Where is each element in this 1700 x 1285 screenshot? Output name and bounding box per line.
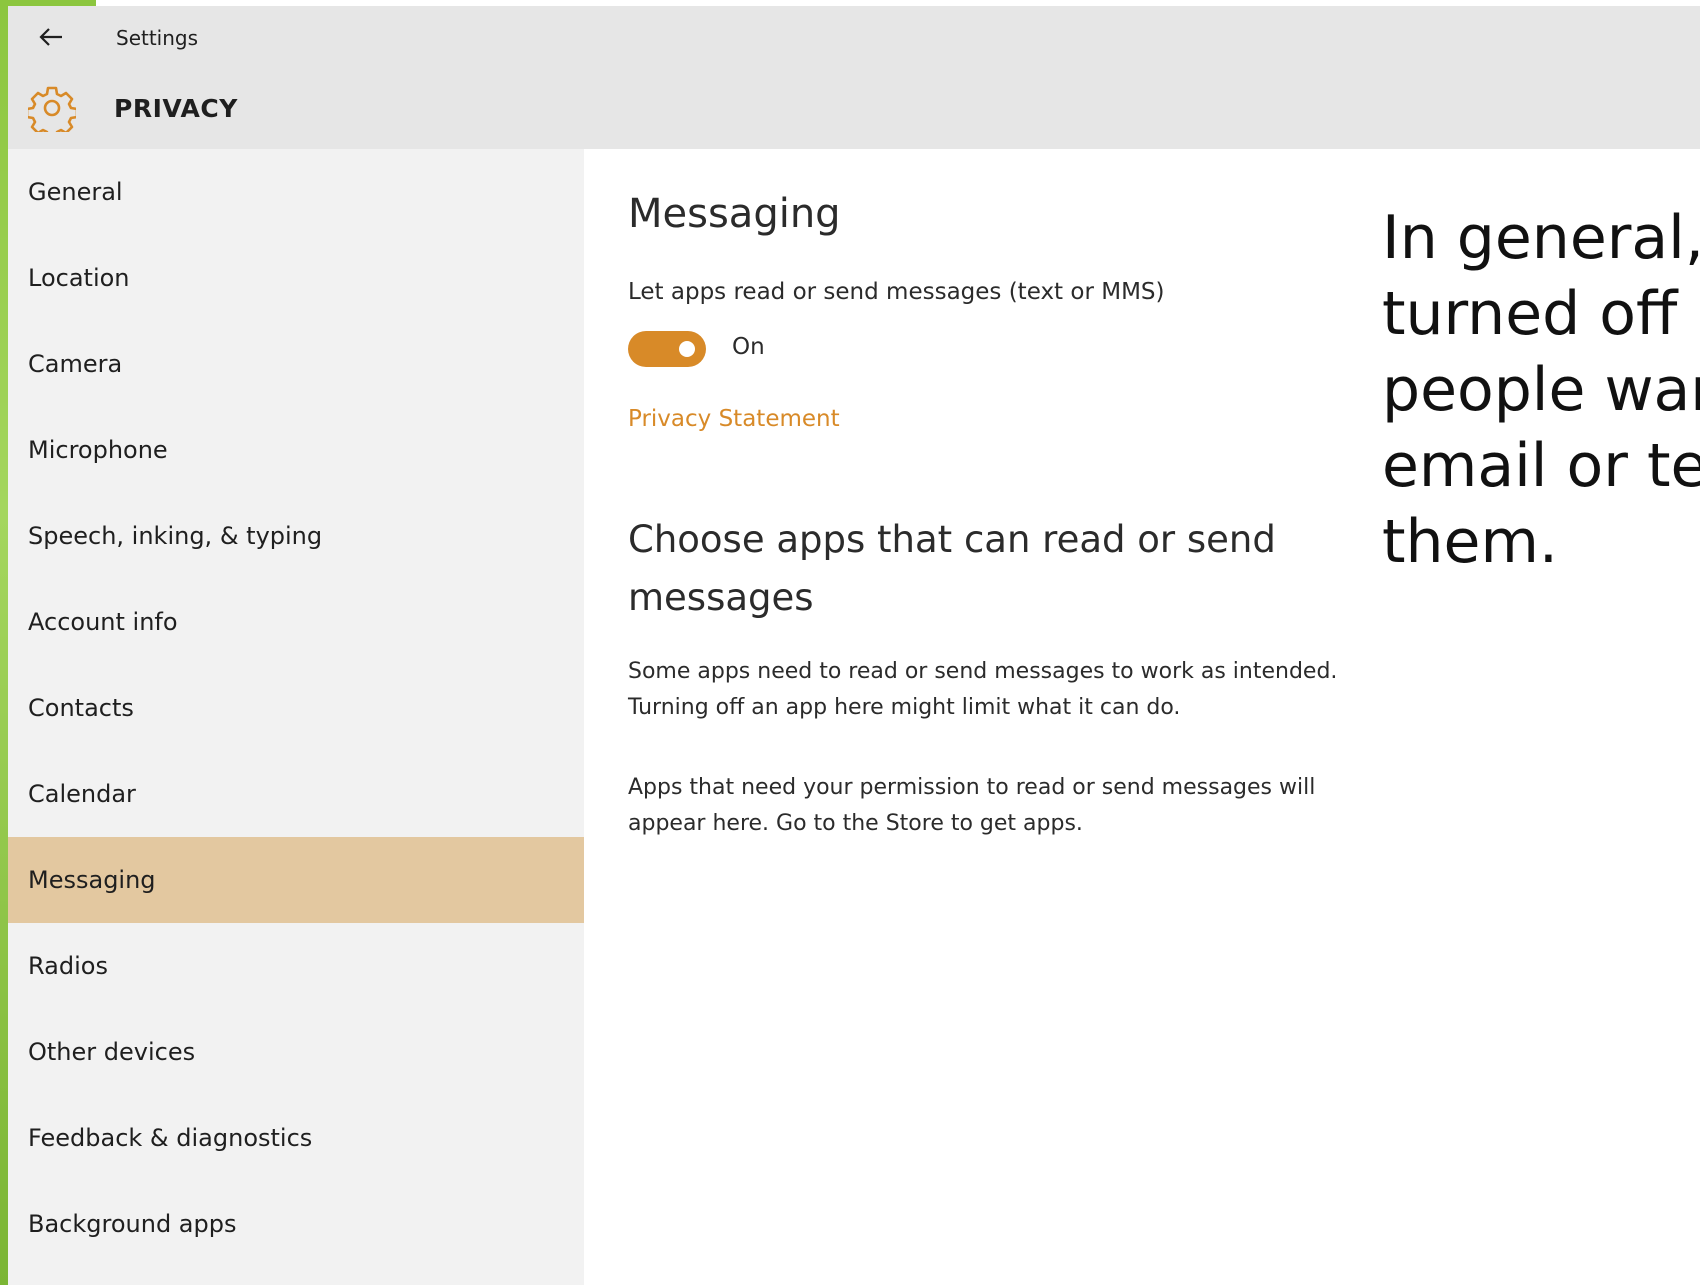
page-title: Messaging — [628, 191, 841, 237]
sidebar-item-label: Account info — [28, 608, 178, 636]
title-bar: Settings PRIVACY — [8, 6, 1700, 149]
slide-caption-text: In general, turned off a people wan emai… — [1382, 200, 1700, 600]
sidebar-item-location[interactable]: Location — [8, 235, 584, 321]
sidebar-item-contacts[interactable]: Contacts — [8, 665, 584, 751]
caption-line: turned off a — [1382, 279, 1700, 349]
apps-permission-paragraph: Apps that need your permission to read o… — [628, 770, 1388, 842]
caption-line: In general, — [1382, 203, 1700, 273]
sidebar-item-label: Location — [28, 264, 130, 292]
privacy-statement-link[interactable]: Privacy Statement — [628, 406, 840, 432]
sidebar-item-label: Contacts — [28, 694, 134, 722]
sidebar-item-label: Radios — [28, 952, 108, 980]
sidebar-item-label: Feedback & diagnostics — [28, 1124, 313, 1152]
sidebar-item-messaging[interactable]: Messaging — [8, 837, 584, 923]
toggle-knob — [679, 341, 695, 357]
sidebar-item-label: Other devices — [28, 1038, 196, 1066]
caption-line: them. — [1382, 507, 1558, 577]
sidebar-item-feedback-diagnostics[interactable]: Feedback & diagnostics — [8, 1095, 584, 1181]
caption-line: people wan — [1382, 355, 1700, 425]
back-button[interactable] — [34, 20, 68, 54]
back-arrow-icon — [39, 28, 62, 46]
slide-green-border — [0, 0, 8, 1285]
privacy-sidebar: General Location Camera Microphone Speec… — [8, 149, 584, 1285]
sidebar-item-calendar[interactable]: Calendar — [8, 751, 584, 837]
paragraph-line: Some apps need to read or send messages … — [628, 659, 1338, 684]
apps-info-paragraph: Some apps need to read or send messages … — [628, 654, 1428, 726]
sidebar-item-other-devices[interactable]: Other devices — [8, 1009, 584, 1095]
window-title: Settings — [116, 26, 199, 50]
sidebar-item-general[interactable]: General — [8, 149, 584, 235]
section-title: PRIVACY — [114, 94, 238, 123]
caption-line: email or te — [1382, 431, 1700, 501]
choose-apps-heading: Choose apps that can read or send messag… — [628, 518, 1276, 619]
sidebar-item-label: Messaging — [28, 866, 156, 894]
paragraph-line: Turning off an app here might limit what… — [628, 695, 1181, 720]
toggle-state-label: On — [732, 334, 765, 360]
paragraph-line: appear here. Go to the Store to get apps… — [628, 811, 1083, 836]
sidebar-item-background-apps[interactable]: Background apps — [8, 1181, 584, 1267]
sidebar-item-label: Speech, inking, & typing — [28, 522, 323, 550]
sidebar-item-account-info[interactable]: Account info — [8, 579, 584, 665]
sidebar-item-camera[interactable]: Camera — [8, 321, 584, 407]
sidebar-item-label: Calendar — [28, 780, 136, 808]
sidebar-item-label: Microphone — [28, 436, 168, 464]
sidebar-item-label: Background apps — [28, 1210, 237, 1238]
gear-icon — [28, 86, 76, 132]
sidebar-item-label: General — [28, 178, 123, 206]
paragraph-line: Apps that need your permission to read o… — [628, 775, 1316, 800]
sidebar-item-microphone[interactable]: Microphone — [8, 407, 584, 493]
sidebar-item-label: Camera — [28, 350, 123, 378]
messaging-toggle-label: Let apps read or send messages (text or … — [628, 279, 1165, 305]
settings-window: Settings PRIVACY General Location Camera… — [8, 6, 1700, 1285]
sidebar-item-radios[interactable]: Radios — [8, 923, 584, 1009]
sidebar-item-speech-inking-typing[interactable]: Speech, inking, & typing — [8, 493, 584, 579]
messaging-toggle-switch[interactable] — [628, 331, 706, 367]
